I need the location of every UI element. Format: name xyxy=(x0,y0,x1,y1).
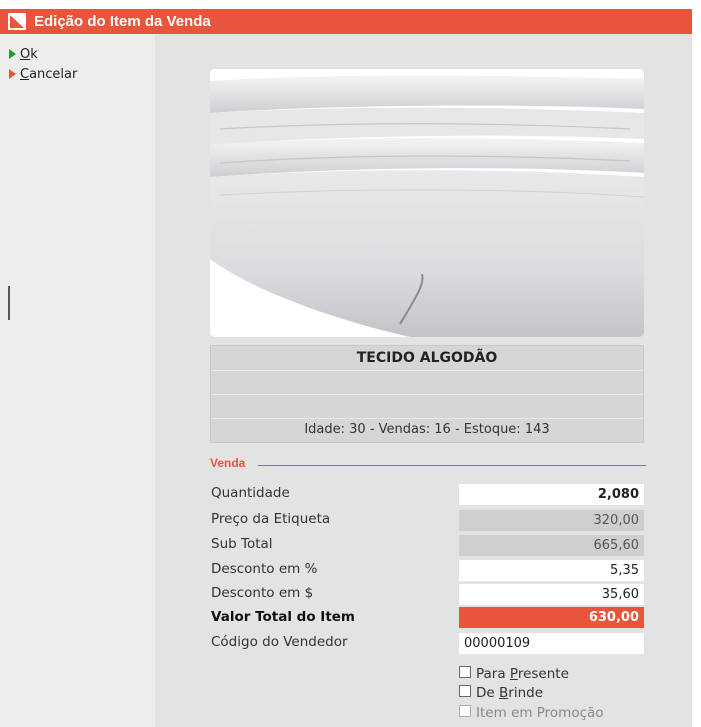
title-bar: Edição do Item da Venda xyxy=(0,9,692,34)
cancel-button[interactable]: Cancelar xyxy=(9,66,77,84)
app-icon xyxy=(8,13,26,30)
section-divider xyxy=(258,465,646,466)
subtotal-value: 665,60 xyxy=(459,535,644,556)
freebie-label: De Brinde xyxy=(476,685,543,701)
checkbox-icon xyxy=(459,685,471,697)
quantity-input[interactable]: 2,080 xyxy=(459,484,644,505)
window-title: Edição do Item da Venda xyxy=(34,13,211,30)
ok-button[interactable]: Ok xyxy=(9,46,38,64)
subtotal-label: Sub Total xyxy=(211,536,273,552)
discount-percent-label: Desconto em % xyxy=(211,561,318,577)
tag-price-value: 320,00 xyxy=(459,510,644,531)
product-info-panel: TECIDO ALGODÃO Idade: 30 - Vendas: 16 - … xyxy=(210,345,644,443)
product-line-2 xyxy=(211,370,643,395)
gift-checkbox[interactable]: Para Presente xyxy=(459,666,569,682)
freebie-checkbox[interactable]: De Brinde xyxy=(459,685,543,701)
product-image xyxy=(210,69,644,337)
item-total-value: 630,00 xyxy=(459,607,644,628)
ok-label: Ok xyxy=(20,47,38,62)
green-arrow-icon xyxy=(9,49,16,59)
discount-amount-input[interactable]: 35,60 xyxy=(459,584,644,605)
item-total-label: Valor Total do Item xyxy=(211,609,355,625)
seller-code-label: Código do Vendedor xyxy=(211,634,348,650)
product-name: TECIDO ALGODÃO xyxy=(211,346,643,371)
checkbox-icon xyxy=(459,705,471,717)
discount-amount-label: Desconto em $ xyxy=(211,585,314,601)
checkbox-icon xyxy=(459,666,471,678)
tag-price-label: Preço da Etiqueta xyxy=(211,511,331,527)
orange-arrow-icon xyxy=(9,69,16,79)
promo-label: Item em Promoção xyxy=(476,705,604,721)
quantity-label: Quantidade xyxy=(211,485,290,501)
product-line-3 xyxy=(211,394,643,419)
product-stats: Idade: 30 - Vendas: 16 - Estoque: 143 xyxy=(304,422,550,437)
cancel-label: Cancelar xyxy=(20,67,78,82)
discount-percent-input[interactable]: 5,35 xyxy=(459,560,644,581)
gift-label: Para Presente xyxy=(476,666,569,682)
sidebar-edge-mark xyxy=(8,286,10,320)
section-title-venda: Venda xyxy=(210,456,246,470)
promo-checkbox: Item em Promoção xyxy=(459,705,604,721)
sidebar xyxy=(0,34,155,727)
seller-code-input[interactable]: 00000109 xyxy=(459,633,644,654)
